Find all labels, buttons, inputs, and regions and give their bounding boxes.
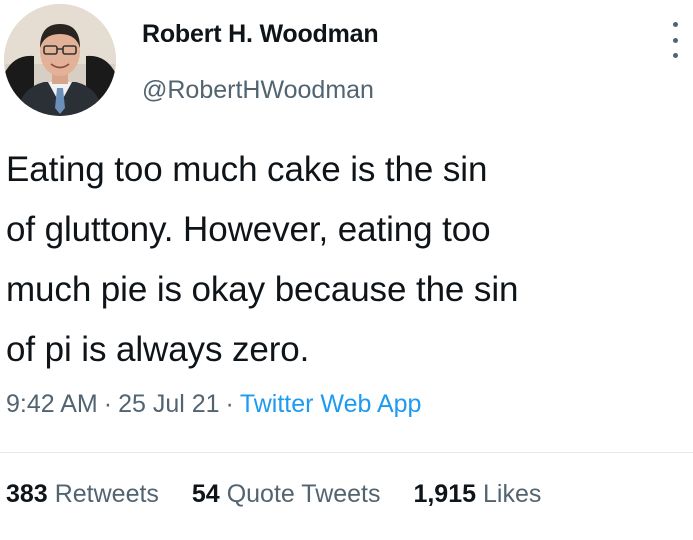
tweet-text-line: of pi is always zero. [6,330,310,369]
avatar[interactable] [4,4,116,116]
likes-stat[interactable]: 1,915 Likes [413,480,541,509]
more-dot [672,37,678,43]
tweet-text: Eating too much cake is the sin of glutt… [6,140,686,380]
profile-photo-icon [4,4,116,116]
quote-tweets-label: Quote Tweets [226,480,381,508]
likes-count: 1,915 [413,480,477,508]
quote-tweets-stat[interactable]: 54 Quote Tweets [192,480,381,509]
author-name[interactable]: Robert H. Woodman [142,20,379,49]
more-dot [672,22,678,27]
tweet-source-link[interactable]: Twitter Web App [240,390,422,418]
retweets-count: 383 [6,480,48,508]
tweet-meta: 9:42 AM · 25 Jul 21 · Twitter Web App [6,390,421,419]
meta-separator: · [225,390,234,418]
tweet-text-line: Eating too much cake is the sin [6,150,488,189]
likes-label: Likes [483,480,542,508]
author-handle[interactable]: @RobertHWoodman [142,76,374,105]
meta-separator: · [103,390,113,418]
tweet-stats: 383 Retweets 54 Quote Tweets 1,915 Likes [6,480,567,509]
more-dot [672,53,678,58]
tweet-text-line: of gluttony. However, eating too [6,210,491,249]
retweets-stat[interactable]: 383 Retweets [6,480,159,509]
tweet-text-line: much pie is okay because the sin [6,270,519,309]
tweet-time[interactable]: 9:42 AM [6,390,98,418]
quote-tweets-count: 54 [191,480,220,508]
divider [0,452,693,453]
tweet-date[interactable]: 25 Jul 21 [118,390,219,418]
tweet-card: Robert H. Woodman @RobertHWoodman Eating… [0,0,693,540]
more-options-icon[interactable] [664,22,686,58]
retweets-label: Retweets [54,480,159,508]
